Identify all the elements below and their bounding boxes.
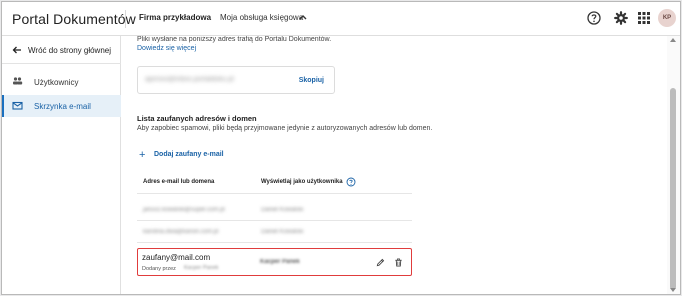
plus-icon: + <box>139 149 146 161</box>
scrollbar-thumb[interactable] <box>670 88 676 290</box>
trusted-email: zaufany@mail.com <box>142 253 211 262</box>
inbox-info-text: Pliki wysłane na poniższy adres trafią d… <box>137 36 332 43</box>
company-name[interactable]: Firma przykładowa <box>139 13 211 22</box>
app-window: Portal Dokumentów Firma przykładowa Moja… <box>1 1 681 295</box>
table-row-email: karolina.dwa@kanon.com.pl <box>143 229 219 235</box>
users-icon <box>13 77 23 85</box>
trusted-list-title: Lista zaufanych adresów i domen <box>137 114 257 123</box>
main-scrollbar[interactable] <box>667 36 680 294</box>
added-by-label: Dodany przez <box>142 266 176 272</box>
gear-icon[interactable] <box>613 10 629 26</box>
inbox-address: apimoo@inbox.portaldoku.pl <box>145 76 234 83</box>
column-header-email: Adres e-mail lub domena <box>143 179 215 185</box>
delete-trash-icon[interactable] <box>394 258 403 267</box>
help-icon[interactable] <box>346 177 356 187</box>
table-divider <box>137 220 412 221</box>
table-divider <box>137 193 412 194</box>
main-content: Pliki wysłane na poniższy adres trafią d… <box>122 36 667 294</box>
edit-pencil-icon[interactable] <box>376 258 385 267</box>
user-avatar[interactable]: KP <box>658 9 676 27</box>
sidebar-item-users[interactable]: Użytkownicy <box>2 71 121 93</box>
apps-grid-icon[interactable] <box>636 10 652 26</box>
table-divider <box>137 242 412 243</box>
display-user-name: Kacper Panek <box>260 259 300 265</box>
copy-button[interactable]: Skopiuj <box>299 77 324 84</box>
add-trusted-email-label: Dodaj zaufany e-mail <box>154 151 224 158</box>
scroll-down-arrow-icon[interactable] <box>670 288 676 292</box>
app-title[interactable]: Portal Dokumentów <box>12 11 136 27</box>
chevron-up-icon[interactable] <box>298 12 308 22</box>
scroll-up-arrow-icon[interactable] <box>670 38 676 42</box>
table-row-user: Daniel Kowalski <box>261 229 304 235</box>
back-label: Wróć do strony głównej <box>28 46 111 55</box>
column-header-display-user: Wyświetlaj jako użytkownika <box>261 179 343 185</box>
sidebar-item-label: Skrzynka e-mail <box>34 102 91 111</box>
mail-icon <box>12 101 23 110</box>
trusted-list-description: Aby zapobiec spamowi, pliki będą przyjmo… <box>137 125 433 132</box>
sidebar-item-email-inbox[interactable]: Skrzynka e-mail <box>2 95 121 117</box>
accounting-menu[interactable]: Moja obsługa księgowa <box>220 13 303 22</box>
arrow-left-icon <box>12 46 21 54</box>
back-to-home-link[interactable]: Wróć do strony głównej <box>2 36 121 64</box>
learn-more-link[interactable]: Dowiedz się więcej <box>137 45 196 52</box>
sidebar-item-label: Użytkownicy <box>34 78 79 87</box>
table-row-highlighted[interactable]: zaufany@mail.com Dodany przez Kacper Pan… <box>137 248 412 276</box>
help-icon[interactable] <box>586 10 602 26</box>
inbox-address-card: apimoo@inbox.portaldoku.pl Skopiuj <box>137 66 335 94</box>
table-row-email: janusz.kowalski@super.com.pl <box>143 207 225 213</box>
added-by-name: Kacper Panek <box>184 265 219 271</box>
table-row-user: Daniel Kowalski <box>261 207 304 213</box>
header-divider <box>125 10 126 28</box>
sidebar: Wróć do strony głównej Użytkownicy Skrzy… <box>2 36 121 294</box>
top-bar: Portal Dokumentów Firma przykładowa Moja… <box>2 2 680 36</box>
